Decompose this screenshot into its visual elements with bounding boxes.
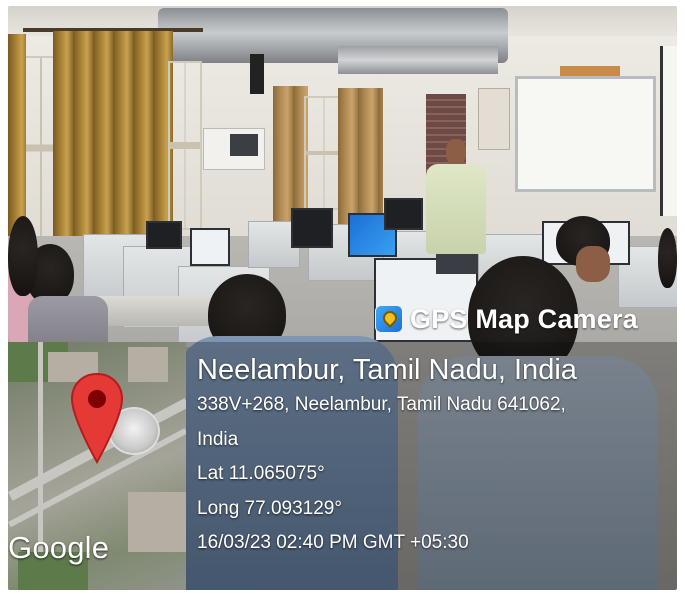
curtain-middle-right bbox=[338, 88, 383, 228]
monitor bbox=[146, 221, 182, 249]
map-buildings bbox=[128, 347, 168, 382]
google-logo: Google bbox=[8, 530, 110, 565]
whiteboard bbox=[515, 76, 656, 192]
monitor bbox=[384, 198, 423, 230]
teacher-head bbox=[446, 139, 466, 165]
latitude: Lat 11.065075° bbox=[197, 463, 325, 484]
student-hair bbox=[658, 228, 677, 288]
longitude: Long 77.093129° bbox=[197, 497, 342, 519]
datetime: 16/03/23 02:40 PM GMT +05:30 bbox=[197, 532, 469, 553]
monitor bbox=[291, 208, 333, 248]
notice-board bbox=[478, 88, 510, 150]
map-pin-camera-icon bbox=[375, 305, 403, 333]
projector-screen bbox=[660, 46, 677, 216]
location-pin-icon bbox=[70, 372, 124, 464]
teacher-shirt bbox=[426, 164, 486, 254]
map-thumbnail: Google bbox=[8, 342, 186, 590]
window-left-2 bbox=[168, 61, 202, 230]
teacher-pants bbox=[436, 254, 478, 274]
location-title: Neelambur, Tamil Nadu, India bbox=[197, 354, 577, 386]
student-face bbox=[576, 246, 610, 282]
gps-app-badge: GPS Map Camera bbox=[375, 298, 638, 340]
photo: GPS Map Camera Google Neelambur, Tamil N… bbox=[8, 6, 677, 590]
curtain-middle-left bbox=[273, 86, 308, 226]
map-buildings bbox=[128, 492, 186, 552]
monitor bbox=[190, 228, 230, 266]
location-info: Neelambur, Tamil Nadu, India 338V+268, N… bbox=[197, 352, 667, 561]
address-line-2: India bbox=[197, 428, 239, 450]
air-duct-extension bbox=[338, 46, 498, 74]
student-hair bbox=[8, 216, 38, 296]
speaker bbox=[250, 54, 264, 94]
wall-display bbox=[230, 134, 258, 156]
gps-app-name: GPS Map Camera bbox=[410, 303, 638, 334]
address-line-1: 338V+268, Neelambur, Tamil Nadu 641062, bbox=[197, 394, 566, 415]
